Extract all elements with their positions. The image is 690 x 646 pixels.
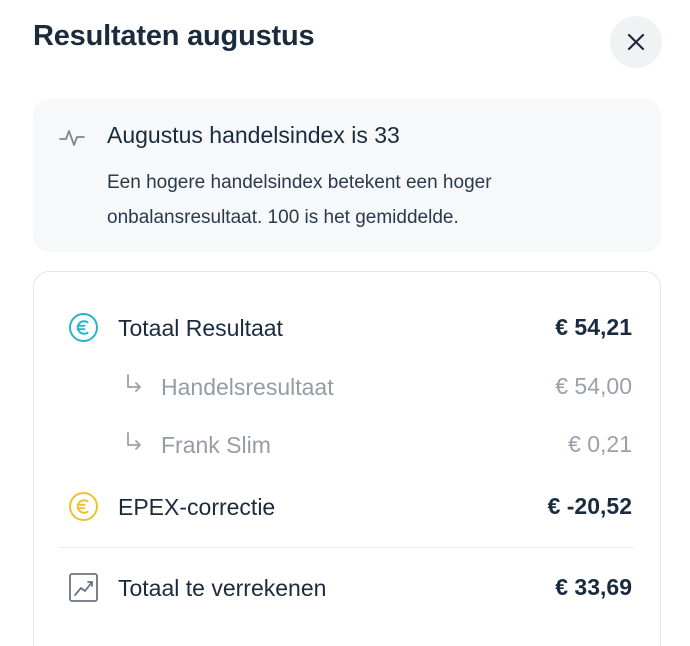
epex-correction-row: EPEX-correctie € -20,52 <box>34 487 660 527</box>
trading-result-label: Handelsresultaat <box>161 374 334 400</box>
settle-total-row: Totaal te verrekenen € 33,69 <box>34 568 660 608</box>
dialog-header: Resultaten augustus <box>33 16 662 70</box>
results-dialog: Resultaten augustus Augustus handelsinde… <box>0 0 690 646</box>
epex-correction-label: EPEX-correctie <box>118 494 276 520</box>
euro-circle-icon <box>69 492 98 521</box>
trading-index-card: Augustus handelsindex is 33 Een hogere h… <box>33 99 661 252</box>
frank-slim-label: Frank Slim <box>161 432 271 458</box>
arrow-down-right-icon <box>127 432 141 450</box>
euro-circle-icon <box>69 313 98 342</box>
settle-total-label: Totaal te verrekenen <box>118 575 327 601</box>
divider <box>60 547 634 548</box>
close-button[interactable] <box>610 16 662 68</box>
activity-pulse-icon <box>59 130 85 146</box>
total-result-amount: € 54,21 <box>555 314 632 340</box>
epex-correction-amount: € -20,52 <box>547 493 632 519</box>
trading-result-amount: € 54,00 <box>555 373 632 399</box>
frank-slim-row: Frank Slim € 0,21 <box>34 425 660 465</box>
trading-index-heading: Augustus handelsindex is 33 <box>107 122 400 148</box>
trend-chart-icon <box>69 573 98 602</box>
settle-total-amount: € 33,69 <box>555 574 632 600</box>
trading-index-description: Een hogere handelsindex betekent een hog… <box>107 172 492 228</box>
arrow-down-right-icon <box>127 374 141 392</box>
frank-slim-amount: € 0,21 <box>568 431 632 457</box>
total-result-label: Totaal Resultaat <box>118 315 283 341</box>
results-card: Totaal Resultaat € 54,21 Handelsresultaa… <box>33 271 661 646</box>
trading-result-row: Handelsresultaat € 54,00 <box>34 367 660 407</box>
close-icon <box>627 33 645 51</box>
dialog-title: Resultaten augustus <box>33 20 315 52</box>
total-result-row: Totaal Resultaat € 54,21 <box>34 308 660 348</box>
